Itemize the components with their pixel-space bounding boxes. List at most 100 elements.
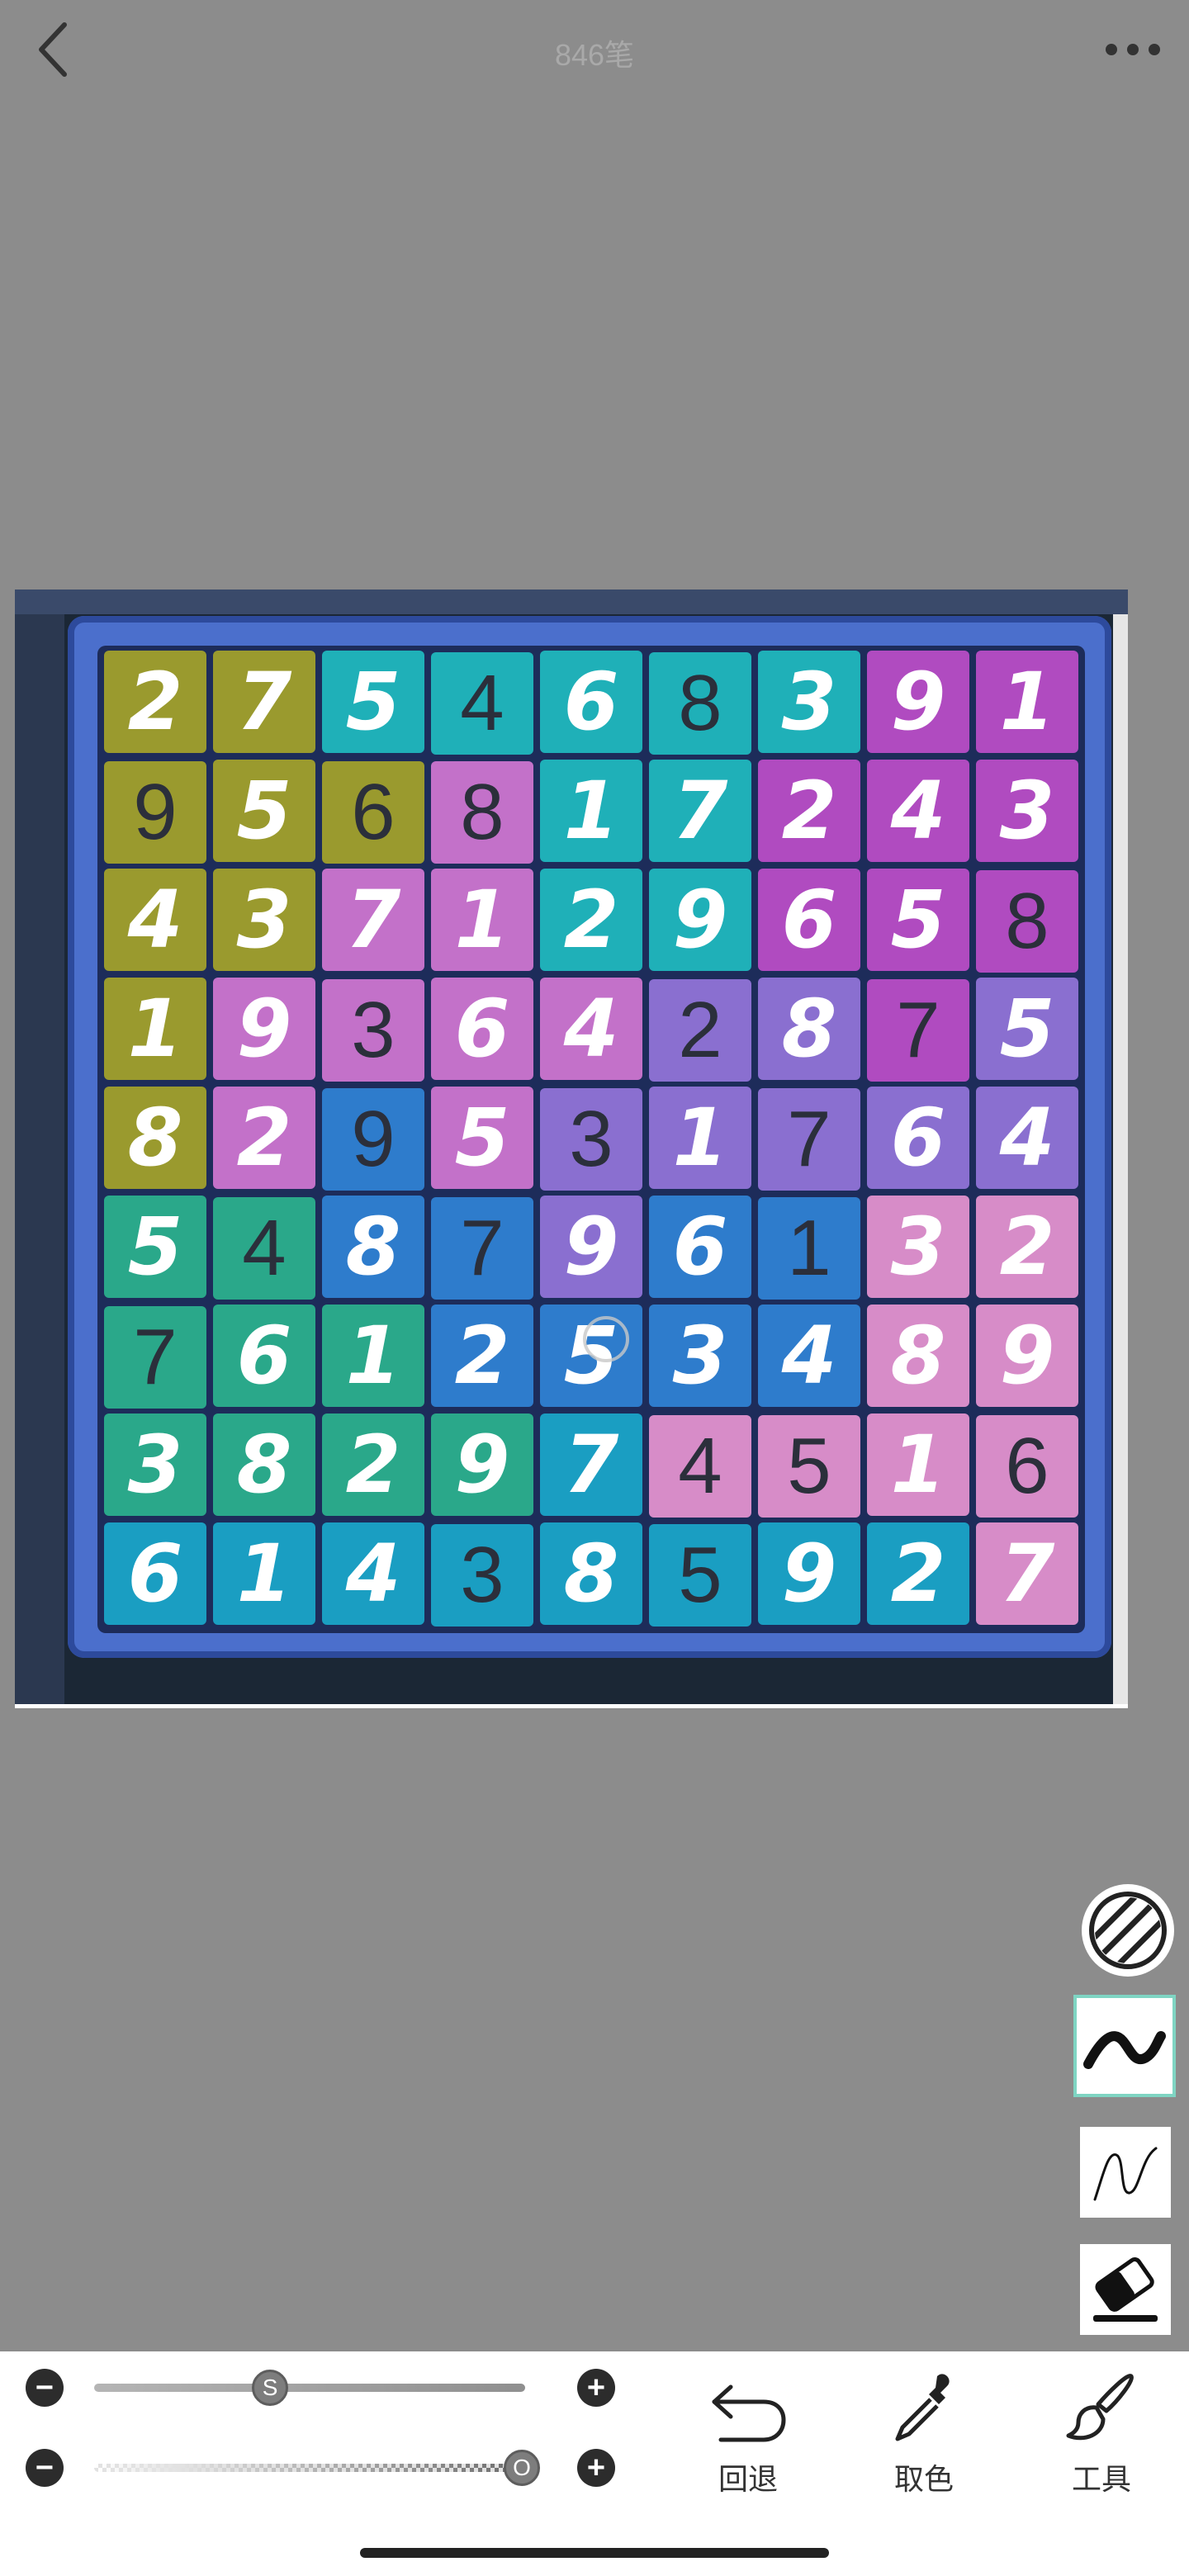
sudoku-cell: 2 xyxy=(758,760,860,862)
opacity-knob-label: O xyxy=(513,2455,531,2480)
sudoku-cell: 6 xyxy=(976,1415,1078,1518)
size-knob-label: S xyxy=(262,2375,278,2400)
eraser-button[interactable] xyxy=(1080,2244,1171,2335)
sudoku-cell: 8 xyxy=(758,978,860,1080)
sudoku-cell: 1 xyxy=(213,1522,315,1625)
size-increase-button[interactable]: + xyxy=(577,2369,615,2407)
sudoku-cell: 3 xyxy=(649,1305,751,1407)
sudoku-cell: 5 xyxy=(322,651,424,753)
sudoku-cell: 5 xyxy=(976,978,1078,1080)
sudoku-cell: 4 xyxy=(867,760,969,862)
sudoku-cell: 7 xyxy=(540,1413,642,1516)
sudoku-cell: 8 xyxy=(976,870,1078,973)
sudoku-cell: 1 xyxy=(758,1197,860,1300)
sudoku-cell: 9 xyxy=(649,869,751,971)
sudoku-cell: 8 xyxy=(431,761,533,864)
sudoku-cell: 3 xyxy=(104,1413,206,1516)
color-picker-label: 取色 xyxy=(893,2462,954,2496)
home-indicator xyxy=(360,2548,829,2558)
more-horizontal-icon xyxy=(1106,44,1160,55)
color-picker-button[interactable]: 取色 xyxy=(862,2368,986,2498)
sudoku-cell: 7 xyxy=(322,869,424,971)
opacity-slider[interactable] xyxy=(94,2464,525,2472)
sudoku-cell: 2 xyxy=(213,1087,315,1189)
sudoku-cell: 1 xyxy=(104,978,206,1080)
sudoku-cell: 5 xyxy=(758,1415,860,1518)
sudoku-cell: 9 xyxy=(867,651,969,753)
sudoku-cell: 3 xyxy=(867,1196,969,1298)
sudoku-cell: 4 xyxy=(649,1415,751,1518)
sudoku-cell: 7 xyxy=(758,1088,860,1191)
tools-button[interactable]: 工具 xyxy=(1040,2368,1163,2498)
sudoku-cell: 6 xyxy=(649,1196,751,1298)
brush-size-knob[interactable]: S xyxy=(252,2370,289,2406)
sudoku-cell: 9 xyxy=(540,1196,642,1298)
sudoku-cell: 6 xyxy=(540,651,642,753)
brush-size-slider[interactable] xyxy=(94,2384,525,2392)
sudoku-cell: 9 xyxy=(431,1413,533,1516)
sudoku-cell: 7 xyxy=(213,651,315,753)
hatch-pattern-icon xyxy=(1089,1892,1167,1969)
photo-background xyxy=(15,590,1128,614)
sudoku-cell: 4 xyxy=(104,869,206,971)
sudoku-cell: 1 xyxy=(976,651,1078,753)
sudoku-cell: 6 xyxy=(758,869,860,971)
sudoku-cell: 7 xyxy=(431,1197,533,1300)
sudoku-cell: 9 xyxy=(976,1305,1078,1407)
sudoku-cell: 6 xyxy=(104,1522,206,1625)
sudoku-cell: 9 xyxy=(758,1522,860,1625)
sudoku-cell: 2 xyxy=(431,1305,533,1407)
sudoku-cell: 3 xyxy=(322,979,424,1082)
sudoku-cell: 6 xyxy=(213,1305,315,1407)
size-decrease-button[interactable]: − xyxy=(26,2369,64,2407)
more-button[interactable] xyxy=(1100,28,1166,71)
sudoku-cell: 8 xyxy=(213,1413,315,1516)
sudoku-cell: 9 xyxy=(322,1088,424,1191)
thick-brush-button[interactable] xyxy=(1073,1995,1176,2097)
brush-tool-icon xyxy=(1066,2374,1134,2441)
sudoku-cell: 2 xyxy=(540,869,642,971)
sudoku-cell: 1 xyxy=(649,1087,751,1189)
undo-button[interactable]: 回退 xyxy=(686,2368,810,2498)
sudoku-cell: 5 xyxy=(867,869,969,971)
undo-label: 回退 xyxy=(718,2462,778,2496)
drawing-canvas[interactable]: 2754683919568172434371296581936428758295… xyxy=(15,590,1128,1707)
cursor-ring xyxy=(583,1316,629,1362)
sudoku-cell: 8 xyxy=(867,1305,969,1407)
sudoku-cell: 3 xyxy=(431,1524,533,1627)
sudoku-cell: 3 xyxy=(758,651,860,753)
sudoku-cell: 9 xyxy=(104,761,206,864)
plus-icon: + xyxy=(586,2451,606,2485)
tools-label: 工具 xyxy=(1071,2462,1131,2496)
sudoku-cell: 1 xyxy=(322,1305,424,1407)
sudoku-cell: 4 xyxy=(431,652,533,755)
minus-icon: − xyxy=(35,2451,54,2485)
sudoku-cell: 7 xyxy=(104,1306,206,1409)
top-bar: 846笔 xyxy=(0,0,1189,107)
sudoku-cell: 8 xyxy=(649,652,751,755)
sudoku-cell: 2 xyxy=(649,979,751,1082)
thin-brush-button[interactable] xyxy=(1080,2127,1171,2218)
sudoku-cell: 6 xyxy=(322,761,424,864)
pattern-button[interactable] xyxy=(1082,1884,1174,1977)
sudoku-cell: 8 xyxy=(322,1196,424,1298)
eyedropper-icon xyxy=(895,2374,950,2441)
brush-thin-icon xyxy=(1093,2147,1158,2201)
sudoku-cell: 3 xyxy=(540,1088,642,1191)
sudoku-cell: 7 xyxy=(867,979,969,1082)
sudoku-cell: 8 xyxy=(540,1522,642,1625)
sudoku-cell: 3 xyxy=(213,869,315,971)
opacity-increase-button[interactable]: + xyxy=(577,2449,615,2487)
sudoku-cell: 2 xyxy=(322,1413,424,1516)
sudoku-cell: 4 xyxy=(758,1305,860,1407)
opacity-knob[interactable]: O xyxy=(504,2450,540,2486)
plus-icon: + xyxy=(586,2370,606,2405)
sudoku-cell: 6 xyxy=(431,978,533,1080)
sudoku-cell: 2 xyxy=(104,651,206,753)
photo-background-right xyxy=(1113,614,1128,1707)
sudoku-cell: 4 xyxy=(322,1522,424,1625)
sudoku-cell: 1 xyxy=(867,1413,969,1516)
opacity-decrease-button[interactable]: − xyxy=(26,2449,64,2487)
sudoku-cell: 6 xyxy=(867,1087,969,1189)
sudoku-grid: 2754683919568172434371296581936428758295… xyxy=(97,646,1085,1633)
